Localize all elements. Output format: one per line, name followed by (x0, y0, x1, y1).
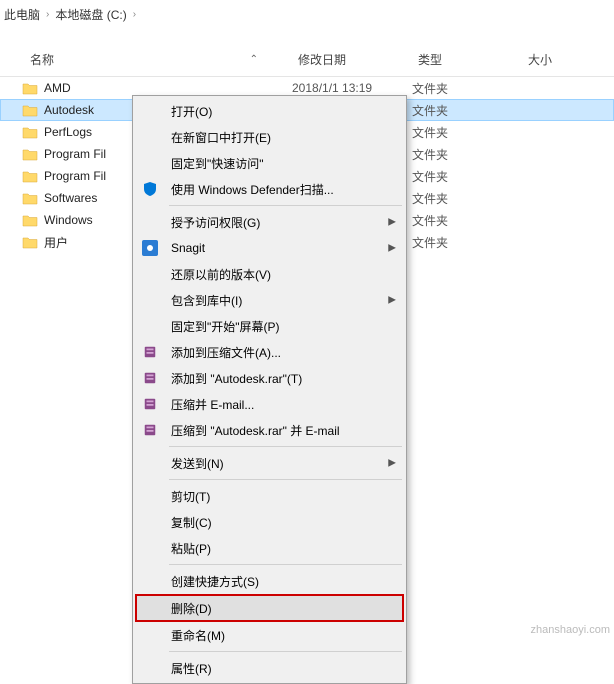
column-headers: 名称 ⌃ 修改日期 类型 大小 (0, 43, 614, 77)
file-type: 文件夹 (412, 146, 522, 163)
archive-icon (141, 369, 159, 387)
menu-send-to[interactable]: 发送到(N)▶ (135, 450, 404, 476)
breadcrumb-root[interactable]: 此电脑 (4, 6, 40, 23)
menu-restore-previous[interactable]: 还原以前的版本(V) (135, 261, 404, 287)
menu-create-shortcut[interactable]: 创建快捷方式(S) (135, 568, 404, 594)
breadcrumb-path[interactable]: 本地磁盘 (C:) (55, 6, 126, 23)
folder-icon (22, 192, 38, 205)
file-type: 文件夹 (412, 212, 522, 229)
file-name: AMD (44, 81, 292, 95)
menu-copy[interactable]: 复制(C) (135, 509, 404, 535)
column-size[interactable]: 大小 (520, 47, 600, 72)
menu-separator (169, 479, 402, 480)
folder-icon (22, 126, 38, 139)
file-type: 文件夹 (412, 80, 522, 97)
chevron-right-icon: › (133, 9, 136, 20)
menu-separator (169, 446, 402, 447)
menu-cut[interactable]: 剪切(T) (135, 483, 404, 509)
shield-icon (141, 180, 159, 198)
file-date: 2018/1/1 13:19 (292, 81, 412, 95)
menu-separator (169, 651, 402, 652)
snagit-icon (141, 239, 159, 257)
file-type: 文件夹 (412, 124, 522, 141)
file-type: 文件夹 (412, 102, 522, 119)
chevron-right-icon: ▶ (388, 243, 396, 254)
menu-pin-quick-access[interactable]: 固定到"快速访问" (135, 150, 404, 176)
menu-separator (169, 205, 402, 206)
menu-add-archive[interactable]: 添加到压缩文件(A)... (135, 339, 404, 365)
menu-compress-rar-email[interactable]: 压缩到 "Autodesk.rar" 并 E-mail (135, 417, 404, 443)
breadcrumb[interactable]: 此电脑 › 本地磁盘 (C:) › (0, 0, 614, 29)
menu-properties[interactable]: 属性(R) (135, 655, 404, 681)
column-date[interactable]: 修改日期 (290, 47, 410, 72)
menu-snagit[interactable]: Snagit▶ (135, 235, 404, 261)
folder-icon (22, 148, 38, 161)
archive-icon (141, 395, 159, 413)
chevron-right-icon: ▶ (388, 217, 396, 228)
menu-grant-access[interactable]: 授予访问权限(G)▶ (135, 209, 404, 235)
menu-separator (169, 564, 402, 565)
context-menu: 打开(O) 在新窗口中打开(E) 固定到"快速访问" 使用 Windows De… (132, 95, 407, 684)
sort-caret-icon: ⌃ (250, 54, 258, 65)
column-name[interactable]: 名称 ⌃ (0, 47, 290, 72)
file-type: 文件夹 (412, 168, 522, 185)
menu-pin-start[interactable]: 固定到"开始"屏幕(P) (135, 313, 404, 339)
chevron-right-icon: ▶ (388, 458, 396, 469)
menu-defender-scan[interactable]: 使用 Windows Defender扫描... (135, 176, 404, 202)
folder-icon (22, 104, 38, 117)
menu-compress-email[interactable]: 压缩并 E-mail... (135, 391, 404, 417)
watermark: zhanshaoyi.com (531, 624, 611, 636)
menu-include-library[interactable]: 包含到库中(I)▶ (135, 287, 404, 313)
folder-icon (22, 214, 38, 227)
chevron-right-icon: ▶ (388, 295, 396, 306)
menu-delete[interactable]: 删除(D) (135, 594, 404, 622)
menu-rename[interactable]: 重命名(M) (135, 622, 404, 648)
chevron-right-icon: › (46, 9, 49, 20)
menu-open-new-window[interactable]: 在新窗口中打开(E) (135, 124, 404, 150)
file-type: 文件夹 (412, 234, 522, 251)
menu-add-rar[interactable]: 添加到 "Autodesk.rar"(T) (135, 365, 404, 391)
file-type: 文件夹 (412, 190, 522, 207)
column-type[interactable]: 类型 (410, 47, 520, 72)
folder-icon (22, 82, 38, 95)
folder-icon (22, 236, 38, 249)
archive-icon (141, 343, 159, 361)
menu-open[interactable]: 打开(O) (135, 98, 404, 124)
menu-paste[interactable]: 粘贴(P) (135, 535, 404, 561)
folder-icon (22, 170, 38, 183)
archive-icon (141, 421, 159, 439)
